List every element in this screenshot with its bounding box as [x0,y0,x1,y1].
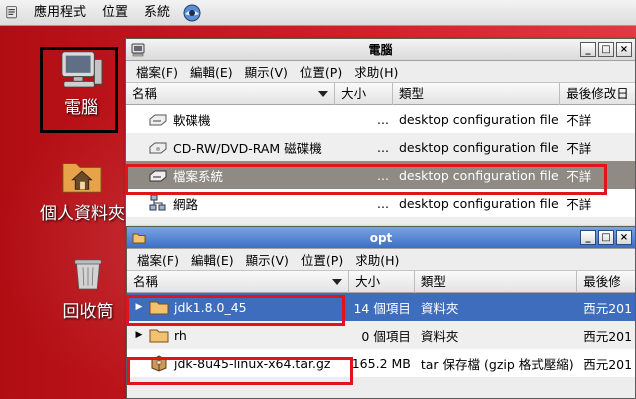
item-modified: 西元201 [583,328,633,344]
item-name: 網路 [173,196,199,212]
menu-view[interactable]: 顯示(V) [240,250,295,269]
list-item-selected[interactable]: 檔案系統 ... desktop configuration file 不詳 [126,161,635,189]
desktop-icon-home-label: 個人資料夾 [40,204,125,224]
menu-help[interactable]: 求助(H) [348,62,404,81]
item-type: desktop configuration file [398,111,559,127]
filesystem-icon [149,170,167,182]
opt-window: opt _ □ × 檔案(F) 編輯(E) 顯示(V) 位置(P) 求助(H) … [126,226,636,399]
item-name: jdk-8u45-linux-x64.tar.gz [174,355,331,371]
computer-icon [61,51,103,88]
desktop-icon-home[interactable]: 個人資料夾 [40,154,125,224]
opt-window-title: opt [369,230,393,245]
opt-window-titlebar[interactable]: opt _ □ × [127,227,635,249]
item-name: jdk1.8.0_45 [174,299,247,315]
column-name[interactable]: 名稱 [126,82,336,105]
item-type: desktop configuration file [398,139,559,155]
minimize-button[interactable]: _ [580,42,596,57]
opt-window-menubar: 檔案(F) 編輯(E) 顯示(V) 位置(P) 求助(H) [127,249,635,271]
list-item-selected[interactable]: ▶ jdk1.8.0_45 14 個項目 資料夾 西元201 [127,293,635,321]
expand-arrow-icon[interactable]: ▶ [133,302,145,312]
item-size: 0 個項目 [361,328,411,344]
opt-column-header: 名稱 大小 類型 最後修 [127,270,635,293]
list-item[interactable]: jdk-8u45-linux-x64.tar.gz 165.2 MB tar 保… [127,349,635,377]
item-size: 165.2 MB [351,355,411,371]
trash-icon [74,259,102,290]
item-size: ... [377,167,389,183]
column-size[interactable]: 大小 [349,270,415,293]
folder-icon [149,301,169,315]
item-modified: 不詳 [566,140,592,156]
column-type[interactable]: 類型 [415,270,578,293]
item-size: ... [377,139,389,155]
sort-descending-icon [332,278,343,285]
archive-icon [151,355,167,372]
floppy-drive-icon [149,114,167,126]
list-item[interactable]: 軟碟機 ... desktop configuration file 不詳 [126,105,635,133]
computer-window-title: 電腦 [368,43,393,57]
column-modified[interactable]: 最後修 [577,271,635,293]
menu-help[interactable]: 求助(H) [349,250,405,269]
item-name: 檔案系統 [173,168,224,184]
item-type: desktop configuration file [398,167,559,183]
computer-window: 電腦 _ □ × 檔案(F) 編輯(E) 顯示(V) 位置(P) 求助(H) 名… [125,38,636,228]
item-size: ... [377,111,389,127]
item-name: CD-RW/DVD-RAM 磁碟機 [173,140,322,156]
top-menu-system[interactable]: 系統 [136,0,178,26]
redhat-icon[interactable] [6,5,22,21]
maximize-button[interactable]: □ [598,42,614,57]
folder-icon [149,329,169,343]
item-type: 資料夾 [420,300,459,316]
optical-drive-icon [149,142,167,154]
item-modified: 不詳 [566,168,592,184]
column-size[interactable]: 大小 [335,82,393,105]
menu-edit[interactable]: 編輯(E) [184,62,239,81]
menu-file[interactable]: 檔案(F) [130,62,184,81]
menu-edit[interactable]: 編輯(E) [185,250,240,269]
item-size: 14 個項目 [353,300,411,316]
computer-column-header: 名稱 大小 類型 最後修改日 [126,82,635,105]
item-size: ... [377,195,389,211]
menu-places[interactable]: 位置(P) [295,250,349,269]
top-menu-applications[interactable]: 應用程式 [26,0,94,26]
item-name: rh [174,327,187,343]
list-item[interactable]: 網路 ... desktop configuration file 不詳 [126,189,635,217]
column-name[interactable]: 名稱 [127,270,350,293]
item-type: 資料夾 [420,328,459,344]
column-type[interactable]: 類型 [393,82,561,105]
top-panel: 應用程式 位置 系統 [0,0,636,26]
close-button[interactable]: × [616,230,632,245]
computer-window-titlebar[interactable]: 電腦 _ □ × [126,39,635,61]
desktop-icon-computer[interactable]: 電腦 [44,48,118,118]
item-name: 軟碟機 [173,112,211,128]
network-icon [149,194,166,211]
browser-launcher-icon[interactable] [182,3,202,23]
desktop-icon-trash[interactable]: 回收筒 [52,254,124,322]
computer-window-menubar: 檔案(F) 編輯(E) 顯示(V) 位置(P) 求助(H) [126,61,635,83]
minimize-button[interactable]: _ [580,230,596,245]
close-button[interactable]: × [616,42,632,57]
desktop-icon-computer-label: 電腦 [64,98,98,118]
item-modified: 西元201 [583,356,633,372]
top-menu-places[interactable]: 位置 [94,0,136,26]
home-folder-icon [62,163,102,193]
item-type: desktop configuration file [398,195,559,211]
menu-file[interactable]: 檔案(F) [131,250,185,269]
maximize-button[interactable]: □ [598,230,614,245]
sort-descending-icon [318,90,329,97]
list-item[interactable]: CD-RW/DVD-RAM 磁碟機 ... desktop configurat… [126,133,635,161]
column-modified[interactable]: 最後修改日 [560,83,635,105]
item-modified: 西元201 [583,300,633,316]
item-type: tar 保存檔 (gzip 格式壓縮) [420,356,574,372]
item-modified: 不詳 [566,196,592,212]
list-item[interactable]: ▶ rh 0 個項目 資料夾 西元201 [127,321,635,349]
menu-places[interactable]: 位置(P) [294,62,348,81]
desktop-icon-trash-label: 回收筒 [62,302,114,322]
menu-view[interactable]: 顯示(V) [239,62,294,81]
expand-arrow-icon[interactable]: ▶ [133,330,145,340]
item-modified: 不詳 [566,112,592,128]
